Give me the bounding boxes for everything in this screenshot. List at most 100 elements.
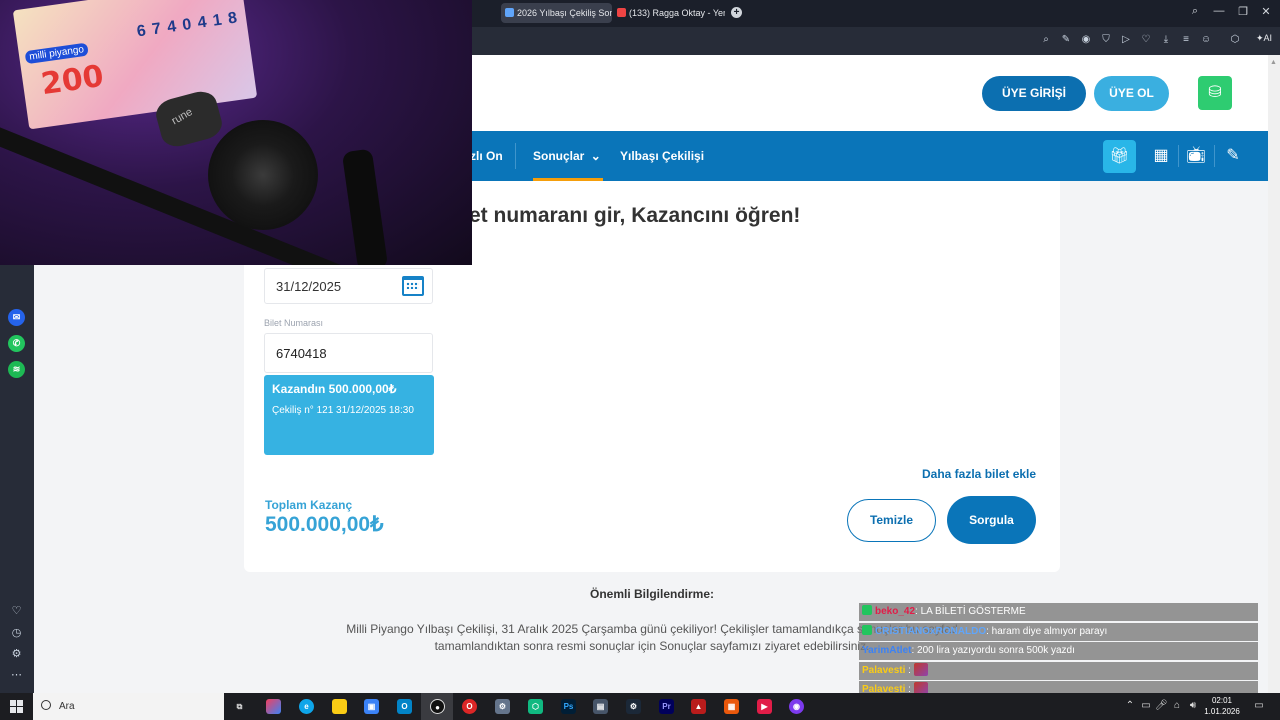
favorites-icon[interactable]: ♡ — [10, 605, 23, 618]
draw-info: Çekiliş n° 121 31/12/2025 18:30 — [272, 405, 414, 416]
add-more-tickets-link[interactable]: Daha fazla bilet ekle — [922, 467, 1036, 481]
app-icon[interactable]: ⬡ — [528, 699, 543, 714]
globe-icon — [505, 8, 514, 17]
profile-icon[interactable]: ☺ — [1200, 34, 1212, 46]
windows-start-icon[interactable] — [10, 700, 23, 713]
search-placeholder: Ara — [59, 701, 75, 712]
chat-message: Palavesti : — [859, 661, 1258, 680]
ticket-big-number: 200 — [38, 58, 106, 103]
more-icon[interactable]: ⋯ — [10, 669, 23, 682]
download-icon[interactable]: ⤓ — [1160, 34, 1172, 46]
nav-results-label: Sonuçlar — [533, 149, 585, 163]
premiere-icon[interactable]: Pr — [659, 699, 674, 714]
chat-message: YarimAtlet: 200 lira yazıyordu sonra 500… — [859, 642, 1258, 660]
edit-icon[interactable]: ✎ — [1060, 34, 1072, 46]
nav-divider — [515, 143, 516, 169]
lottery-ticket-image: milli piyango 200 6 7 4 0 4 1 8 — [12, 0, 258, 130]
shield-icon[interactable]: ⛉ — [1100, 34, 1112, 46]
photoshop-icon[interactable]: Ps — [561, 699, 576, 714]
draw-date-field[interactable]: 31/12/2025 — [264, 268, 433, 304]
chat-badge-icon — [862, 605, 872, 615]
tab-title: 2026 Yılbaşı Çekiliş Sonuç — [517, 8, 612, 18]
nav-icon-divider — [1214, 145, 1215, 167]
app-icon[interactable]: ◉ — [789, 699, 804, 714]
nav-item-results[interactable]: Sonuçlar ⌄ — [533, 131, 601, 181]
clock-date: 1.01.2026 — [1204, 707, 1240, 716]
new-tab-button[interactable]: + — [731, 7, 742, 18]
calendar-icon[interactable] — [402, 276, 424, 296]
app-icon[interactable]: ▶ — [757, 699, 772, 714]
battery-icon[interactable]: ▭ — [1140, 700, 1152, 712]
draw-date-value: 31/12/2025 — [276, 279, 342, 294]
settings-gear-icon[interactable]: ⚙ — [10, 648, 23, 661]
network-icon[interactable]: ⌂ — [1171, 700, 1183, 712]
tab-title: (133) Ragga Oktay - Yenic — [629, 8, 725, 18]
minimize-icon[interactable]: — — [1212, 5, 1226, 17]
ai-button[interactable]: ✦AI — [1256, 33, 1272, 44]
chat-username: YarimAtlet — [862, 645, 912, 656]
copilot-icon[interactable] — [266, 699, 281, 714]
ticket-number-value: 6740418 — [276, 346, 327, 361]
scroll-up-icon[interactable]: ▲ — [1270, 59, 1277, 66]
chat-badge-icon — [862, 624, 872, 635]
coins-icon[interactable]: ⛁ — [1198, 76, 1232, 110]
ai-label: AI — [1263, 33, 1273, 43]
total-winnings-label: Toplam Kazanç — [265, 498, 353, 512]
chat-message: CRISTIANOxRONALDO: haram diye almıyor pa… — [859, 622, 1258, 641]
history-icon[interactable]: ◷ — [10, 627, 23, 640]
ticket-number-input[interactable]: 6740418 — [264, 333, 433, 373]
chat-emote-icon — [913, 662, 928, 676]
zoom-icon[interactable]: ⌕ — [1040, 34, 1052, 46]
task-view-icon[interactable]: ⧉ — [232, 699, 247, 714]
store-icon[interactable]: ▣ — [364, 699, 379, 714]
clear-button[interactable]: Temizle — [847, 499, 936, 542]
notification-icon[interactable]: ▭ — [1253, 700, 1265, 712]
clock[interactable]: 02:01 1.01.2026 — [1198, 695, 1246, 717]
microphone-icon[interactable]: 🎤︎ — [1155, 700, 1168, 712]
nav-item-new-year[interactable]: Yılbaşı Çekilişi — [620, 131, 704, 181]
obs-icon[interactable]: ● — [430, 699, 445, 714]
play-icon[interactable]: ▷ — [1120, 34, 1132, 46]
extension-icon[interactable]: ⬡ — [1229, 34, 1241, 46]
page-scrollbar[interactable]: ▲ — [1268, 55, 1280, 693]
win-title: Kazandın 500.000,00₺ — [272, 382, 397, 396]
mic-mount — [208, 120, 318, 230]
chat-message: beko_42: LA BİLETİ GÖSTERME — [859, 603, 1258, 621]
outlook-icon[interactable]: O — [397, 699, 412, 714]
app-icon[interactable]: ▤ — [593, 699, 608, 714]
chat-text: : haram diye almıyor parayı — [986, 625, 1108, 637]
tv-icon[interactable]: 📺︎ — [1184, 144, 1208, 168]
nav-icon-divider — [1178, 145, 1179, 167]
whatsapp-icon[interactable]: ✆ — [8, 335, 25, 352]
total-winnings-value: 500.000,00₺ — [265, 513, 384, 536]
calendar-icon[interactable]: ▦ — [1149, 144, 1173, 168]
messenger-icon[interactable]: ✉ — [8, 309, 25, 326]
app-icon[interactable]: ⚙ — [495, 699, 510, 714]
heart-icon[interactable]: ♡ — [1140, 34, 1152, 46]
menu-icon[interactable]: ≡ — [1180, 34, 1192, 46]
query-button[interactable]: Sorgula — [947, 496, 1036, 544]
tab-youtube[interactable]: (133) Ragga Oktay - Yenic — [613, 3, 725, 23]
tab-milli-piyango[interactable]: 2026 Yılbaşı Çekiliş Sonuç — [501, 3, 612, 23]
gift-icon[interactable]: 🎁︎ — [1103, 140, 1136, 173]
camera-icon[interactable]: ◉ — [1080, 34, 1092, 46]
register-button[interactable]: ÜYE OL — [1094, 76, 1169, 111]
spotify-icon[interactable]: ≋ — [8, 361, 25, 378]
opera-icon[interactable]: O — [462, 699, 477, 714]
restore-icon[interactable]: ❐ — [1236, 5, 1250, 18]
ring-text: rune — [169, 105, 195, 128]
close-icon[interactable]: ✕ — [1259, 5, 1273, 18]
file-explorer-icon[interactable] — [332, 699, 347, 714]
steam-icon[interactable]: ⚙ — [626, 699, 641, 714]
app-icon[interactable]: ▦ — [724, 699, 739, 714]
tray-chevron-icon[interactable]: ⌃ — [1124, 700, 1136, 712]
taskbar-search[interactable]: Ara — [33, 693, 224, 720]
nav-item-hizli-on[interactable]: zlı On — [470, 131, 503, 181]
edge-icon[interactable]: e — [299, 699, 314, 714]
search-tabs-icon[interactable]: ⌕ — [1188, 5, 1202, 18]
app-icon[interactable]: ▲ — [691, 699, 706, 714]
chat-text: : — [905, 664, 911, 676]
login-button[interactable]: ÜYE GİRİŞİ — [982, 76, 1086, 111]
win-result-box: Kazandın 500.000,00₺ Çekiliş n° 121 31/1… — [264, 375, 434, 455]
edit-ticket-icon[interactable]: ✎ — [1221, 144, 1245, 168]
